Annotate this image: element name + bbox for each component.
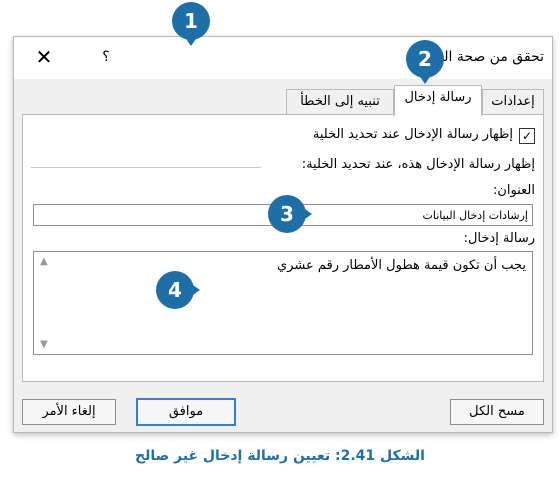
message-field-label: رسالة إدخال: [463,231,535,246]
clear-all-button[interactable]: مسح الكل [450,399,544,425]
title-field-label: العنوان: [492,183,535,198]
tab-panel: ✓ إظهار رسالة الإدخال عند تحديد الخلية إ… [22,114,544,382]
section-label: إظهار رسالة الإدخال هذه، عند تحديد الخلي… [301,157,535,172]
close-icon[interactable]: ✕ [32,45,56,69]
input-message-text: يجب أن تكون قيمة هطول الأمطار رقم عشري [277,258,526,273]
callout-2: 2 [406,40,444,84]
tab-error-alert[interactable]: تنبيه إلى الخطأ [286,89,394,114]
input-message-textarea[interactable]: يجب أن تكون قيمة هطول الأمطار رقم عشري ▲… [33,251,533,355]
callout-3: 3 [268,195,312,233]
dialog-titlebar: تحقق من صحة البيانات ؟ ✕ [14,37,552,79]
ok-button[interactable]: موافق [136,398,236,426]
help-icon[interactable]: ؟ [96,47,116,67]
show-input-message-checkbox[interactable]: ✓ [519,128,535,144]
data-validation-dialog: تحقق من صحة البيانات ؟ ✕ إعدادات رسالة إ… [13,36,553,433]
callout-4: 4 [156,271,200,309]
figure-caption: الشكل 2.41: تعيين رسالة إدخال غير صالح [135,448,425,464]
section-divider [31,167,261,168]
tab-input-message[interactable]: رسالة إدخال [394,85,482,116]
checkbox-label: إظهار رسالة الإدخال عند تحديد الخلية [312,127,513,142]
callout-1: 1 [172,2,210,46]
tab-settings[interactable]: إعدادات [482,89,544,114]
cancel-button[interactable]: إلغاء الأمر [22,399,116,425]
scroll-up-icon[interactable]: ▲ [40,256,48,267]
scroll-down-icon[interactable]: ▼ [40,339,48,350]
